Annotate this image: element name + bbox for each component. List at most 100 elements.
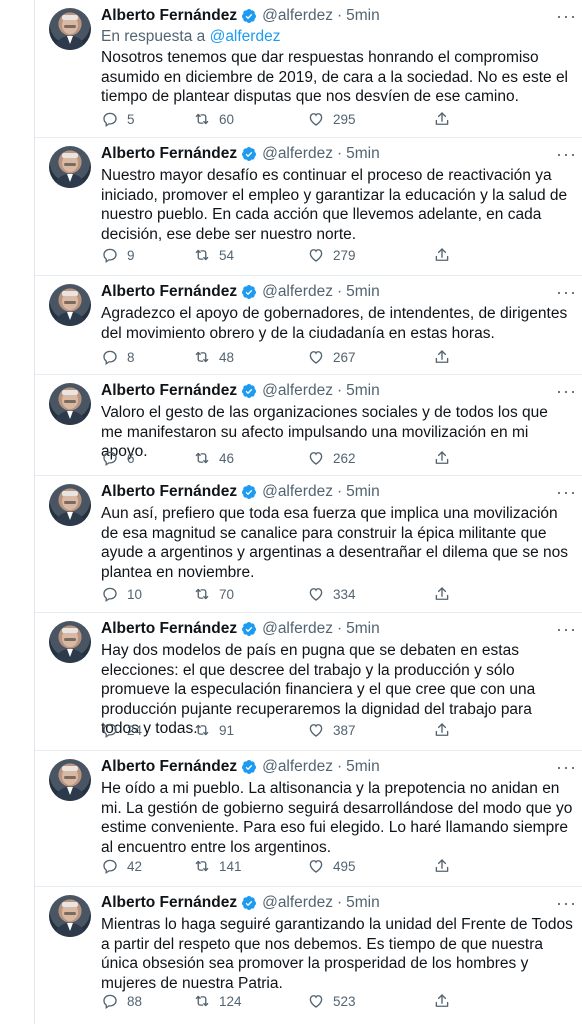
reply-button[interactable]: 24: [101, 721, 193, 739]
tweet-time[interactable]: 5min: [346, 894, 380, 912]
tweet-time[interactable]: 5min: [346, 145, 380, 163]
tweet-time[interactable]: 5min: [346, 283, 380, 301]
retweet-count: 70: [219, 586, 235, 602]
tweet-text: Mientras lo haga seguiré garantizando la…: [101, 916, 573, 992]
more-options-icon[interactable]: ···: [556, 6, 577, 27]
share-button[interactable]: [433, 992, 473, 1010]
reply-button[interactable]: 5: [101, 110, 193, 128]
author-handle[interactable]: @alferdez: [262, 283, 333, 301]
like-button[interactable]: 495: [307, 857, 433, 875]
more-options-icon[interactable]: ···: [556, 619, 577, 640]
like-count: 495: [333, 858, 356, 874]
avatar[interactable]: [49, 8, 91, 50]
tweet-time[interactable]: 5min: [346, 483, 380, 501]
more-options-icon[interactable]: ···: [556, 282, 577, 303]
avatar[interactable]: [49, 284, 91, 326]
share-button[interactable]: [433, 110, 473, 128]
author-name[interactable]: Alberto Fernández: [101, 7, 237, 25]
author-name[interactable]: Alberto Fernández: [101, 283, 237, 301]
more-options-icon[interactable]: ···: [556, 893, 577, 914]
like-button[interactable]: 267: [307, 348, 433, 366]
avatar[interactable]: [49, 383, 91, 425]
share-button[interactable]: [433, 585, 473, 603]
like-button[interactable]: 295: [307, 110, 433, 128]
share-icon: [435, 994, 449, 1007]
like-button[interactable]: 279: [307, 246, 433, 264]
reply-button[interactable]: 9: [101, 246, 193, 264]
avatar[interactable]: [49, 759, 91, 801]
share-button[interactable]: [433, 721, 473, 739]
tweet-actions: 9 54 279: [101, 246, 473, 264]
author-name[interactable]: Alberto Fernández: [101, 758, 237, 776]
retweet-button[interactable]: 70: [193, 585, 307, 603]
share-button[interactable]: [433, 246, 473, 264]
more-options-icon[interactable]: ···: [556, 144, 577, 165]
reply-button[interactable]: 88: [101, 992, 193, 1010]
author-handle[interactable]: @alferdez: [262, 483, 333, 501]
tweet[interactable]: Alberto Fernández @alferdez · 5min Valor…: [35, 375, 582, 476]
more-options-icon[interactable]: ···: [556, 482, 577, 503]
author-handle[interactable]: @alferdez: [262, 758, 333, 776]
like-button[interactable]: 334: [307, 585, 433, 603]
tweet[interactable]: Alberto Fernández @alferdez · 5min Agrad…: [35, 276, 582, 375]
more-options-icon[interactable]: ···: [556, 757, 577, 778]
tweet[interactable]: Alberto Fernández @alferdez · 5min Hay d…: [35, 613, 582, 751]
reply-count: 9: [127, 247, 135, 263]
tweet-time[interactable]: 5min: [346, 620, 380, 638]
tweet-time[interactable]: 5min: [346, 758, 380, 776]
tweet[interactable]: Alberto Fernández @alferdez · 5min Nuest…: [35, 138, 582, 276]
tweet-actions: 42 141 495: [101, 857, 473, 875]
heart-icon: [309, 724, 323, 737]
like-count: 262: [333, 450, 356, 466]
tweet[interactable]: Alberto Fernández @alferdez · 5min Mient…: [35, 887, 582, 1024]
share-button[interactable]: [433, 449, 473, 467]
tweet-actions: 5 60 295: [101, 110, 473, 128]
reply-to-link[interactable]: @alferdez: [210, 28, 281, 45]
retweet-button[interactable]: 46: [193, 449, 307, 467]
retweet-button[interactable]: 60: [193, 110, 307, 128]
author-handle[interactable]: @alferdez: [262, 620, 333, 638]
avatar[interactable]: [49, 621, 91, 663]
reply-button[interactable]: 42: [101, 857, 193, 875]
timeline: Alberto Fernández @alferdez · 5min En re…: [34, 0, 582, 1024]
author-name[interactable]: Alberto Fernández: [101, 382, 237, 400]
share-button[interactable]: [433, 857, 473, 875]
tweet-text: He oído a mi pueblo. La altisonancia y l…: [101, 780, 573, 856]
like-button[interactable]: 523: [307, 992, 433, 1010]
reply-button[interactable]: 10: [101, 585, 193, 603]
retweet-icon: [195, 249, 209, 261]
reply-button[interactable]: 8: [101, 348, 193, 366]
like-count: 295: [333, 111, 356, 127]
author-handle[interactable]: @alferdez: [262, 7, 333, 25]
author-name[interactable]: Alberto Fernández: [101, 145, 237, 163]
author-name[interactable]: Alberto Fernández: [101, 620, 237, 638]
tweet-time[interactable]: 5min: [346, 7, 380, 25]
author-name[interactable]: Alberto Fernández: [101, 894, 237, 912]
avatar[interactable]: [49, 146, 91, 188]
retweet-button[interactable]: 48: [193, 348, 307, 366]
avatar[interactable]: [49, 895, 91, 937]
avatar[interactable]: [49, 484, 91, 526]
reply-button[interactable]: 6: [101, 449, 193, 467]
like-count: 523: [333, 993, 356, 1009]
reply-icon: [103, 350, 117, 366]
share-button[interactable]: [433, 348, 473, 366]
tweet-time[interactable]: 5min: [346, 382, 380, 400]
retweet-button[interactable]: 141: [193, 857, 307, 875]
author-handle[interactable]: @alferdez: [262, 382, 333, 400]
retweet-button[interactable]: 54: [193, 246, 307, 264]
reply-icon: [103, 587, 117, 603]
share-icon: [435, 112, 449, 125]
author-handle[interactable]: @alferdez: [262, 145, 333, 163]
author-name[interactable]: Alberto Fernández: [101, 483, 237, 501]
retweet-button[interactable]: 124: [193, 992, 307, 1010]
tweet[interactable]: Alberto Fernández @alferdez · 5min Aun a…: [35, 476, 582, 613]
tweet[interactable]: Alberto Fernández @alferdez · 5min He oí…: [35, 751, 582, 887]
retweet-button[interactable]: 91: [193, 721, 307, 739]
retweet-count: 91: [219, 722, 235, 738]
like-button[interactable]: 387: [307, 721, 433, 739]
like-button[interactable]: 262: [307, 449, 433, 467]
tweet[interactable]: Alberto Fernández @alferdez · 5min En re…: [35, 0, 582, 138]
author-handle[interactable]: @alferdez: [262, 894, 333, 912]
more-options-icon[interactable]: ···: [556, 381, 577, 402]
